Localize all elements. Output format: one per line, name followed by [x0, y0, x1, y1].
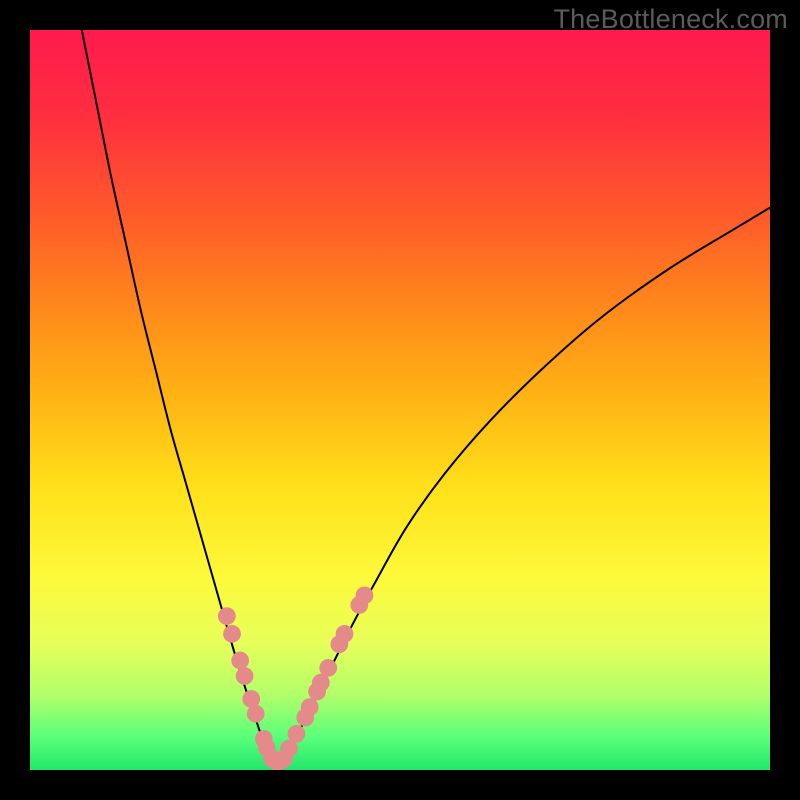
highlight-dot [288, 725, 306, 743]
highlight-dot [247, 705, 265, 723]
highlight-dot [236, 667, 254, 685]
outer-frame: TheBottleneck.com [0, 0, 800, 800]
highlight-dot [319, 659, 337, 677]
highlight-dot [356, 586, 374, 604]
gradient-background [30, 30, 770, 770]
highlight-dot [218, 607, 236, 625]
highlight-dot [301, 698, 319, 716]
highlight-dot [231, 652, 249, 670]
chart-svg [30, 30, 770, 770]
plot-area [30, 30, 770, 770]
highlight-dot [223, 625, 241, 643]
watermark-text: TheBottleneck.com [553, 4, 788, 35]
highlight-dot [336, 625, 354, 643]
